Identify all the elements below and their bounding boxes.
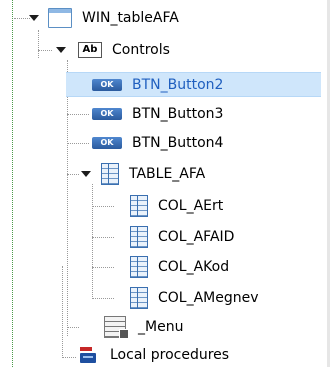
tree-node-local-procedures[interactable]: Local procedures: [78, 345, 229, 365]
tree-node-label: Local procedures: [110, 347, 230, 363]
tree-node-col-afaid[interactable]: COL_AFAID: [130, 225, 234, 249]
column-icon: [130, 287, 148, 309]
expander-win-icon[interactable]: [29, 15, 39, 21]
tree-node-btn-button4[interactable]: OK BTN_Button4: [92, 133, 223, 153]
tree-node-label: COL_AErt: [158, 198, 224, 214]
tree-node-btn-button2[interactable]: OK BTN_Button2: [66, 72, 321, 97]
column-icon: [130, 195, 148, 217]
tree-node-win-tableafa[interactable]: WIN_tableAFA: [48, 8, 179, 28]
procedures-icon: [78, 345, 100, 365]
tree-node-label: TABLE_AFA: [129, 166, 206, 182]
tree-node-label: BTN_Button3: [132, 106, 224, 122]
ok-button-icon: OK: [92, 137, 122, 149]
tree-node-col-aert[interactable]: COL_AErt: [130, 194, 223, 218]
tree-node-label: BTN_Button2: [132, 76, 224, 93]
tree-node-label: Controls: [112, 42, 170, 58]
tree-node-table-afa[interactable]: TABLE_AFA: [101, 162, 205, 186]
expander-controls-icon[interactable]: [56, 47, 66, 53]
tree-node-label: BTN_Button4: [132, 135, 224, 151]
ab-control-icon: Ab: [78, 42, 102, 58]
tree-node-label: _Menu: [138, 319, 184, 335]
left-gutter: [0, 0, 14, 367]
tree-node-col-amegnev[interactable]: COL_AMegnev: [130, 286, 259, 310]
gutter-dotted-line: [12, 0, 13, 367]
ok-button-icon: OK: [92, 108, 122, 120]
tree-node-label: COL_AFAID: [158, 229, 235, 245]
tree-node-menu[interactable]: _Menu: [104, 315, 183, 339]
column-icon: [130, 226, 148, 248]
expander-table-icon[interactable]: [81, 171, 91, 177]
tree-node-label: COL_AKod: [158, 259, 230, 275]
menu-icon: [104, 316, 129, 339]
tree-node-col-akod[interactable]: COL_AKod: [130, 255, 229, 279]
ok-button-icon: OK: [92, 78, 122, 91]
column-icon: [130, 256, 148, 278]
tree-node-controls[interactable]: Ab Controls: [78, 40, 170, 60]
tree-node-btn-button3[interactable]: OK BTN_Button3: [92, 104, 223, 124]
tree-node-label: COL_AMegnev: [158, 290, 259, 306]
window-icon: [48, 8, 72, 28]
tree-node-label: WIN_tableAFA: [82, 10, 179, 26]
table-icon: [101, 163, 119, 185]
